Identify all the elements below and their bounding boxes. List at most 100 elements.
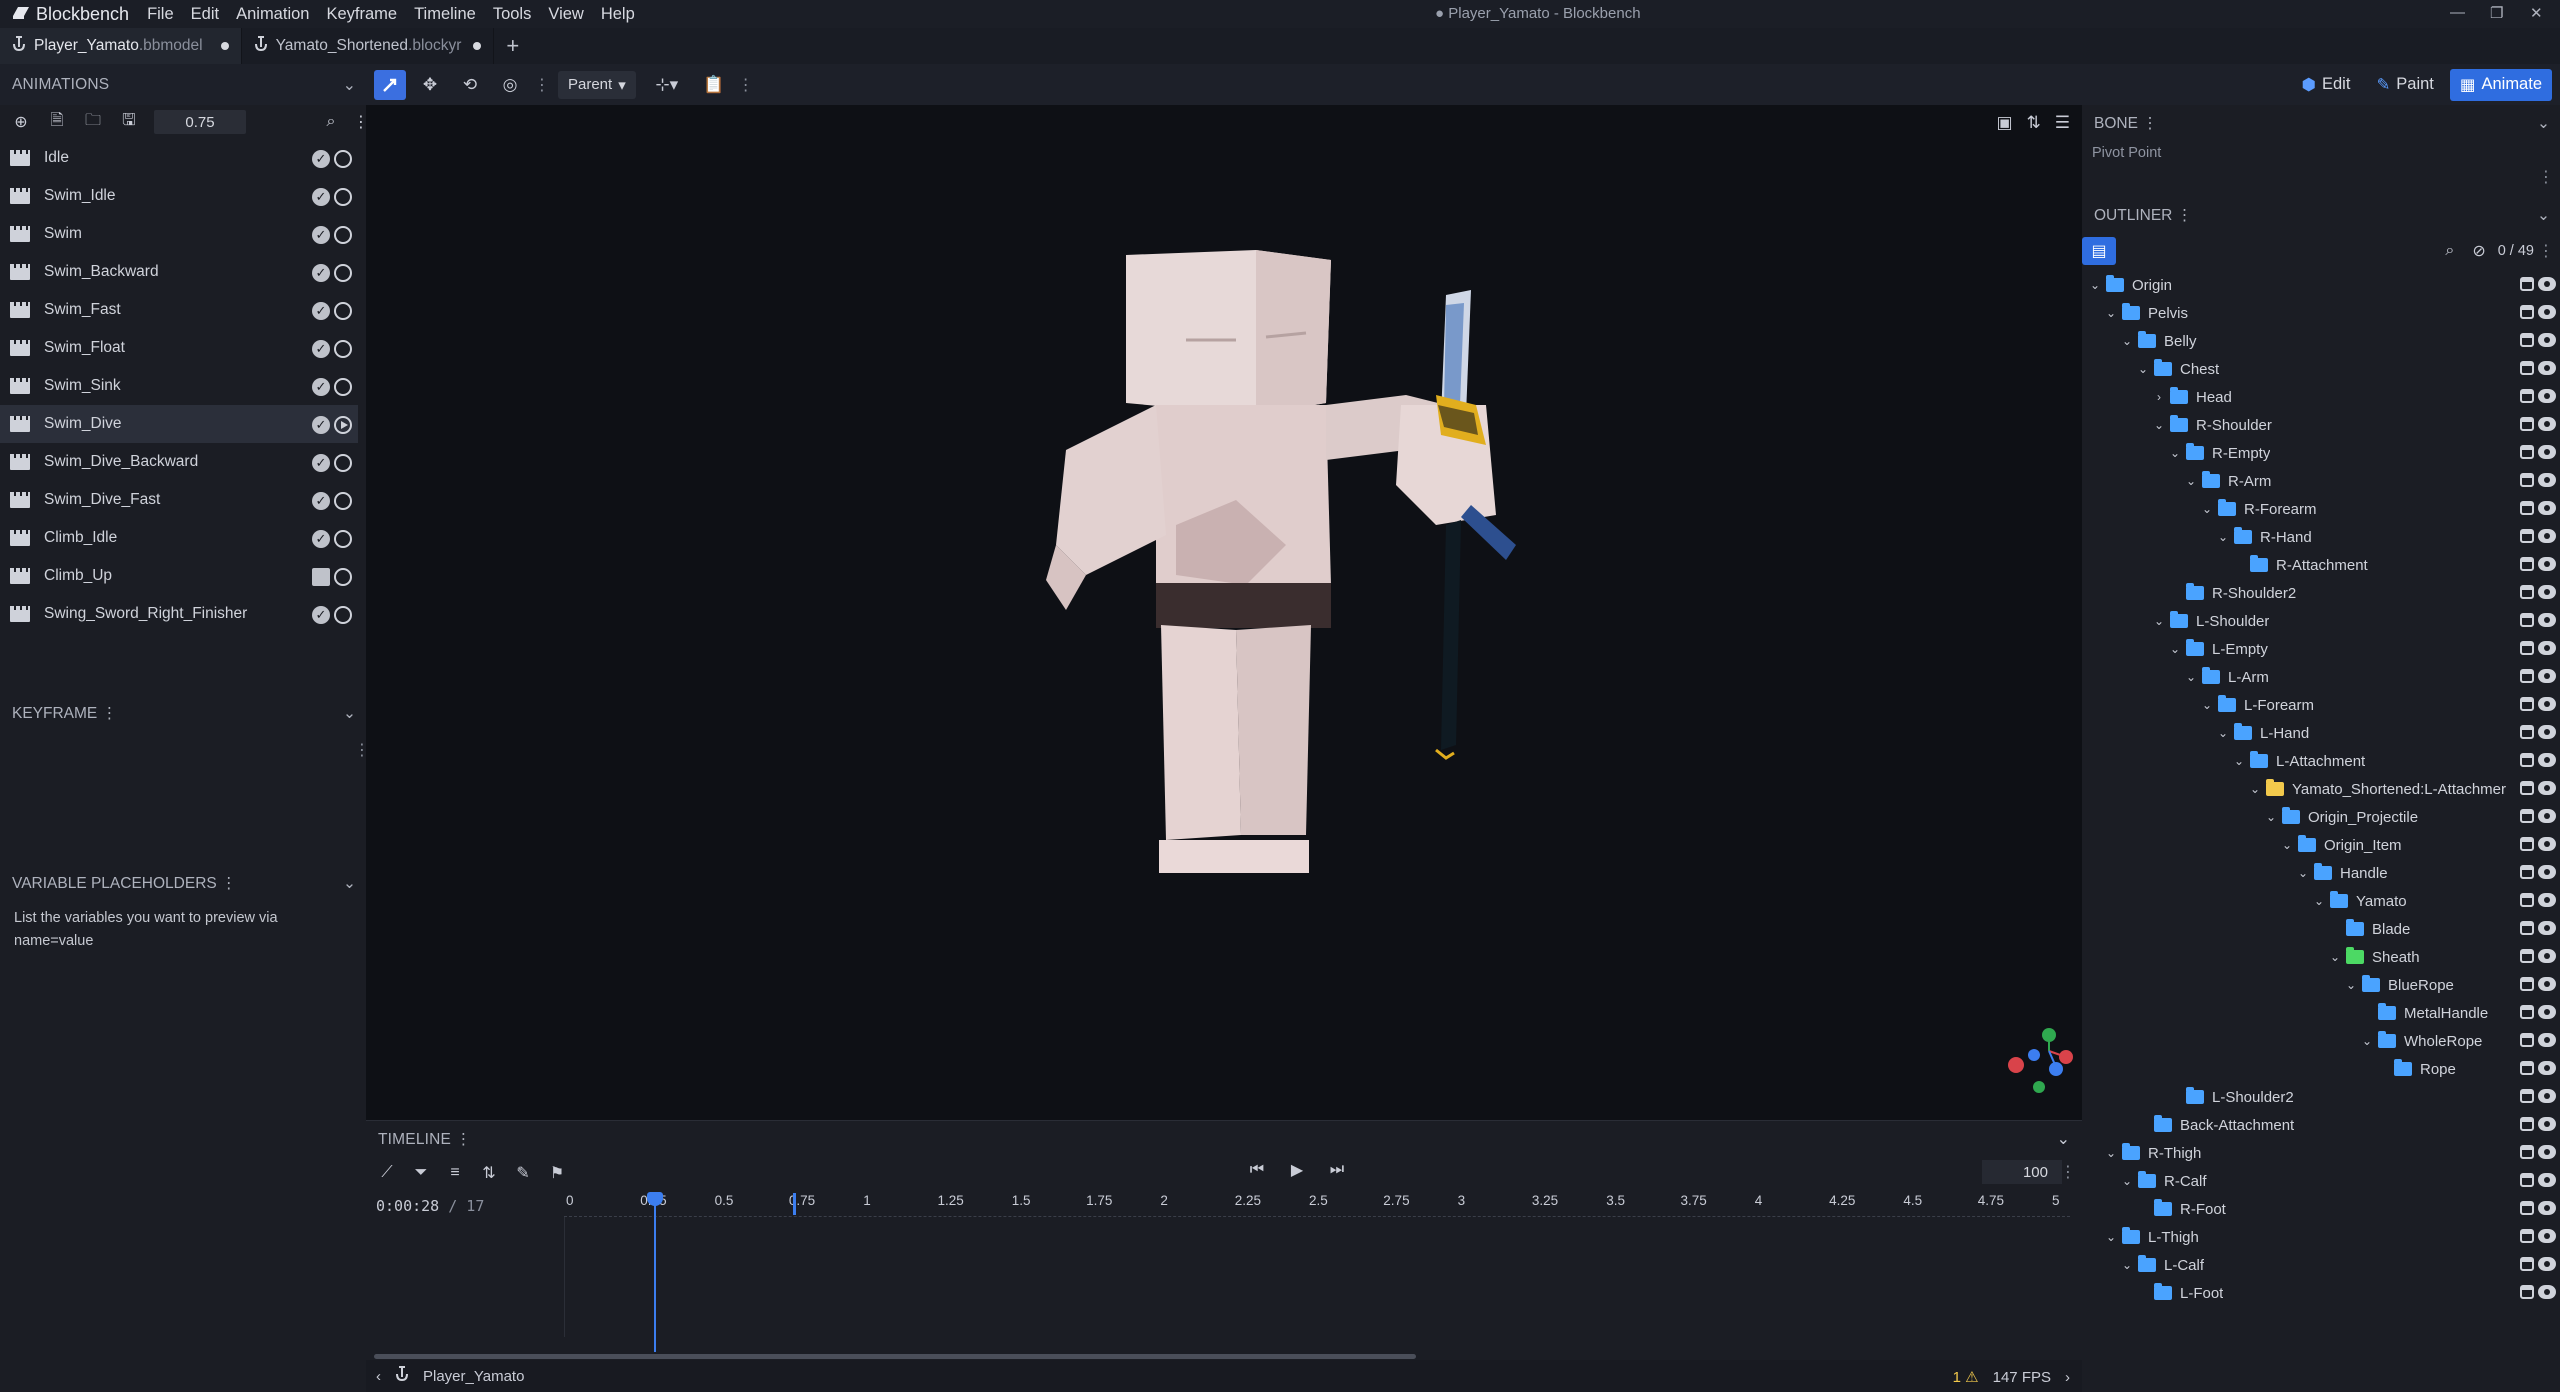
outliner-node[interactable]: ⌄ BlueRope [2082, 971, 2560, 999]
expand-chevron-icon[interactable]: ⌄ [2120, 1174, 2134, 1188]
lock-icon[interactable] [2520, 613, 2534, 627]
lock-icon[interactable] [2520, 1033, 2534, 1047]
expand-chevron-icon[interactable]: ⌄ [2104, 1230, 2118, 1244]
collapse-chevron-icon[interactable]: ⌄ [2057, 1129, 2070, 1149]
eye-icon[interactable] [2538, 865, 2556, 879]
radio-icon[interactable] [334, 188, 352, 206]
expand-chevron-icon[interactable]: ⌄ [2232, 754, 2246, 768]
timeline-scrollbar[interactable] [374, 1354, 1416, 1359]
lock-icon[interactable] [2520, 1257, 2534, 1271]
eye-icon[interactable] [2538, 501, 2556, 515]
toggle-outliner-icon[interactable]: ▤ [2082, 237, 2116, 265]
eye-icon[interactable] [2538, 1285, 2556, 1299]
lock-icon[interactable] [2520, 501, 2534, 515]
radio-icon[interactable] [334, 340, 352, 358]
lock-icon[interactable] [2520, 333, 2534, 347]
animation-item[interactable]: Swim_Fast ✓ [0, 291, 358, 329]
lock-icon[interactable] [2520, 697, 2534, 711]
outliner-node[interactable]: Back-Attachment [2082, 1111, 2560, 1139]
eye-icon[interactable] [2538, 949, 2556, 963]
lock-icon[interactable] [2520, 893, 2534, 907]
outliner-node[interactable]: ⌄ Origin_Item [2082, 831, 2560, 859]
lock-icon[interactable] [2520, 305, 2534, 319]
outliner-node[interactable]: ⌄ Sheath [2082, 943, 2560, 971]
lock-icon[interactable] [2520, 473, 2534, 487]
expand-chevron-icon[interactable]: ⌄ [2120, 1258, 2134, 1272]
animation-item[interactable]: Climb_Idle ✓ [0, 519, 358, 557]
radio-icon[interactable] [334, 150, 352, 168]
lock-icon[interactable] [2520, 1145, 2534, 1159]
toolbar-more-icon[interactable]: ⋮ [534, 75, 550, 95]
lock-icon[interactable] [2520, 977, 2534, 991]
lock-icon[interactable] [2520, 1201, 2534, 1215]
lock-icon[interactable] [2520, 641, 2534, 655]
lock-icon[interactable] [2520, 1117, 2534, 1131]
new-tab-button[interactable]: + [494, 28, 531, 64]
animation-item[interactable]: Swim_Backward ✓ [0, 253, 358, 291]
eye-icon[interactable] [2538, 277, 2556, 291]
lock-icon[interactable] [2520, 725, 2534, 739]
expand-chevron-icon[interactable]: ⌄ [2168, 446, 2182, 460]
graph-editor-icon[interactable]: ⟋ [376, 1162, 398, 1184]
lock-icon[interactable] [2520, 809, 2534, 823]
expand-chevron-icon[interactable]: ⌄ [2152, 418, 2166, 432]
outliner-node[interactable]: L-Shoulder2 [2082, 1083, 2560, 1111]
outliner-node[interactable]: ⌄ Origin_Projectile [2082, 803, 2560, 831]
lock-icon[interactable] [2520, 361, 2534, 375]
transform-space-select[interactable]: Parent ▾ [558, 70, 636, 99]
radio-icon[interactable] [334, 378, 352, 396]
eye-icon[interactable] [2538, 333, 2556, 347]
animation-item[interactable]: Swim_Float ✓ [0, 329, 358, 367]
animation-item[interactable]: Swing_Sword_Right_Finisher ✓ [0, 595, 358, 633]
expand-chevron-icon[interactable]: ⌄ [2168, 642, 2182, 656]
mirror-mode-button[interactable]: ⊹▾ [644, 70, 690, 100]
pivot-tool-button[interactable]: ◎ [494, 70, 526, 100]
outliner-node[interactable]: ⌄ L-Attachment [2082, 747, 2560, 775]
saved-check-icon[interactable]: ✓ [312, 302, 330, 320]
expand-chevron-icon[interactable]: ⌄ [2248, 782, 2262, 796]
collapse-chevron-icon[interactable]: ⌄ [343, 874, 356, 893]
menu-tools[interactable]: Tools [493, 5, 532, 24]
play-icon[interactable]: ▶ [1286, 1159, 1308, 1181]
eye-icon[interactable] [2538, 893, 2556, 907]
saved-check-icon[interactable]: ✓ [312, 340, 330, 358]
panel-more-icon[interactable]: ⋮ [2060, 1162, 2076, 1182]
animation-item[interactable]: Swim_Dive_Backward ✓ [0, 443, 358, 481]
lock-icon[interactable] [2520, 557, 2534, 571]
eye-icon[interactable] [2538, 837, 2556, 851]
panel-more-icon[interactable]: ⋮ [2538, 167, 2554, 187]
saved-check-icon[interactable]: ✓ [312, 530, 330, 548]
expand-chevron-icon[interactable]: ⌄ [2136, 362, 2150, 376]
outliner-node[interactable]: ⌄ L-Arm [2082, 663, 2560, 691]
eye-icon[interactable] [2538, 417, 2556, 431]
eye-icon[interactable] [2538, 921, 2556, 935]
outliner-node[interactable]: ⌄ R-Hand [2082, 523, 2560, 551]
paint-mode-button[interactable]: ✎ Paint [2366, 69, 2443, 101]
outliner-node[interactable]: ⌄ WholeRope [2082, 1027, 2560, 1055]
saved-check-icon[interactable]: ✓ [312, 606, 330, 624]
outliner-node[interactable]: ⌄ R-Forearm [2082, 495, 2560, 523]
lock-icon[interactable] [2520, 837, 2534, 851]
outliner-node[interactable]: ⌄ L-Calf [2082, 1251, 2560, 1279]
animation-item[interactable]: Swim_Sink ✓ [0, 367, 358, 405]
play-animation-icon[interactable] [334, 416, 352, 434]
timeline-keyframe-area[interactable] [564, 1217, 2070, 1337]
outliner-node[interactable]: ⌄ Yamato [2082, 887, 2560, 915]
expand-chevron-icon[interactable]: ⌄ [2184, 474, 2198, 488]
search-icon[interactable]: ⌕ [2445, 242, 2454, 260]
lock-icon[interactable] [2520, 921, 2534, 935]
nav-forward-icon[interactable]: › [2065, 1369, 2070, 1386]
radio-icon[interactable] [334, 606, 352, 624]
radio-icon[interactable] [334, 530, 352, 548]
lock-icon[interactable] [2520, 1061, 2534, 1075]
panel-more-icon[interactable]: ⋮ [2177, 207, 2193, 224]
eye-icon[interactable] [2538, 781, 2556, 795]
eye-icon[interactable] [2538, 1201, 2556, 1215]
outliner-node[interactable]: ⌄ Yamato_Shortened:L-Attachmer [2082, 775, 2560, 803]
eye-icon[interactable] [2538, 1173, 2556, 1187]
panel-more-icon[interactable]: ⋮ [102, 705, 118, 722]
expand-chevron-icon[interactable]: ⌄ [2200, 698, 2214, 712]
loop-marker[interactable] [793, 1193, 796, 1215]
expand-chevron-icon[interactable]: ⌄ [2360, 1034, 2374, 1048]
outliner-node[interactable]: ⌄ R-Calf [2082, 1167, 2560, 1195]
